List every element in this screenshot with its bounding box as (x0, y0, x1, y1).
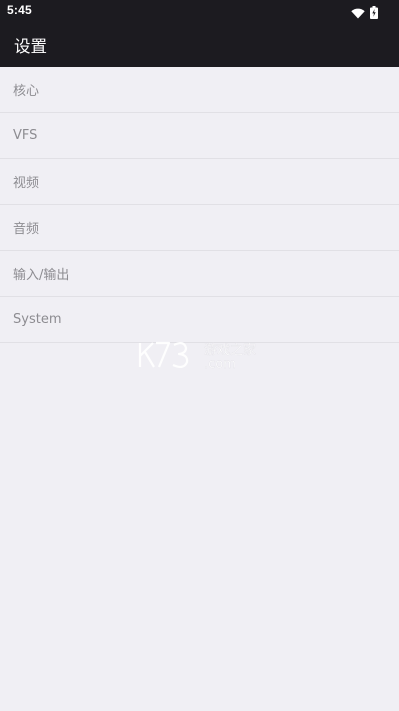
settings-item-audio[interactable]: 音频 (0, 205, 399, 251)
svg-text:游戏之家: 游戏之家 (204, 342, 256, 358)
status-time: 5:45 (7, 3, 32, 17)
settings-item-core[interactable]: 核心 (0, 67, 399, 113)
settings-item-vfs[interactable]: VFS (0, 113, 399, 159)
settings-item-label: 视频 (13, 176, 40, 191)
status-icons (351, 4, 378, 23)
settings-list: 核心 VFS 视频 音频 输入/输出 System (0, 67, 399, 343)
settings-item-label: 音频 (13, 222, 40, 237)
settings-item-label: 输入/输出 (13, 268, 70, 283)
settings-item-input-output[interactable]: 输入/输出 (0, 251, 399, 297)
settings-item-system[interactable]: System (0, 297, 399, 343)
status-bar: 5:45 (0, 0, 399, 22)
battery-charging-icon (370, 4, 378, 23)
settings-item-video[interactable]: 视频 (0, 159, 399, 205)
page-title: 设置 (14, 37, 47, 56)
app-bar: 设置 (0, 22, 399, 67)
settings-item-label: VFS (13, 128, 38, 143)
svg-text:.com: .com (204, 357, 236, 372)
settings-item-label: 核心 (13, 84, 40, 99)
settings-item-label: System (13, 312, 62, 327)
wifi-icon (351, 4, 365, 23)
